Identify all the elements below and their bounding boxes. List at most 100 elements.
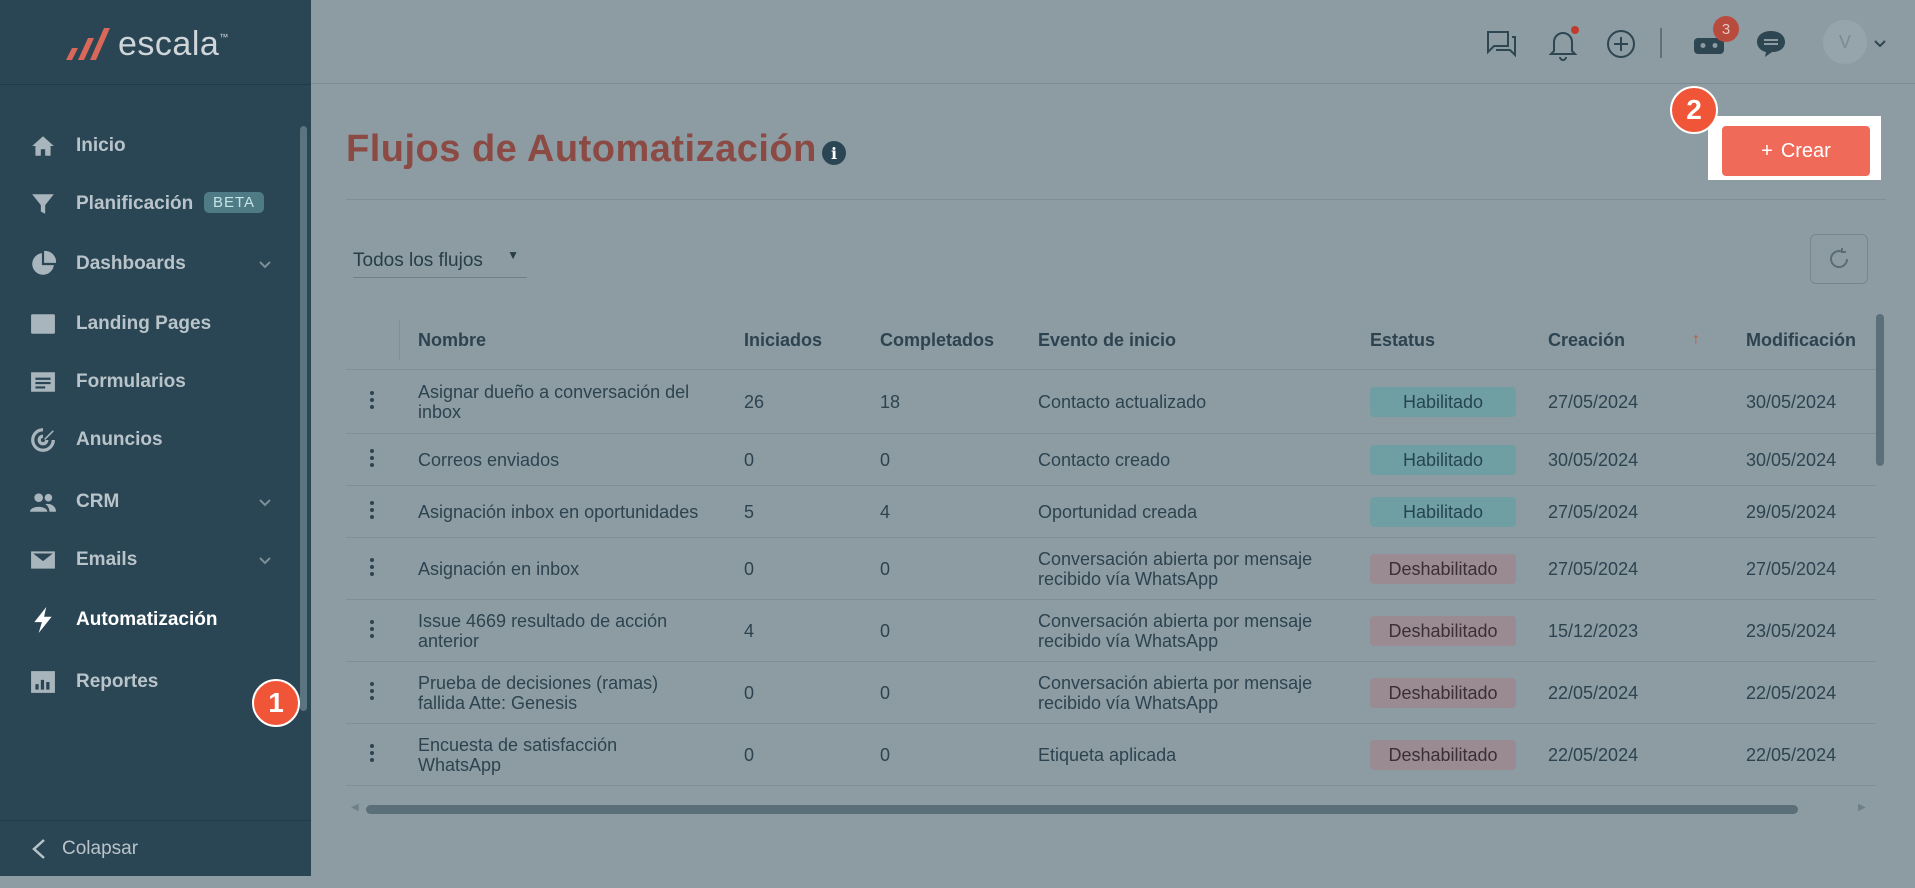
- flow-name: Correos enviados: [418, 450, 559, 470]
- trigger-event-line: Contacto creado: [1038, 450, 1171, 470]
- scroll-left-icon[interactable]: ◀: [351, 802, 359, 813]
- sidebar-item-label: Anuncios: [76, 429, 163, 450]
- column-header-started[interactable]: Iniciados: [744, 330, 822, 351]
- table-row[interactable]: Asignación inbox en oportunidades 5 4 Oport…: [346, 486, 1876, 538]
- refresh-button[interactable]: [1810, 234, 1868, 284]
- created-date: 27/05/2024: [1548, 559, 1638, 579]
- brand-logo[interactable]: escala ™: [64, 24, 228, 64]
- table-row[interactable]: Asignación en inbox 0 0 Conversación abiert…: [346, 538, 1876, 600]
- refresh-icon: [1830, 248, 1848, 268]
- sidebar-item-inicio[interactable]: Inicio: [0, 118, 300, 174]
- sidebar-item-anuncios[interactable]: Anuncios: [0, 412, 300, 468]
- sidebar-item-dashboards[interactable]: Dashboards: [0, 236, 300, 292]
- chevron-left-icon: [30, 838, 48, 860]
- flow-name-line: Encuesta de satisfacción: [418, 735, 618, 755]
- table-header: Nombre Iniciados Completados Evento de i…: [346, 310, 1876, 370]
- row-menu-icon[interactable]: [368, 555, 376, 583]
- pie-chart-icon: [28, 249, 58, 279]
- modified-date: 27/05/2024: [1746, 559, 1836, 579]
- sidebar-item-planificacion[interactable]: Planificación BETA: [0, 176, 300, 232]
- started-count-line: 5: [744, 502, 755, 522]
- started-count-line: 0: [744, 559, 755, 579]
- chat-button[interactable]: [1481, 24, 1521, 64]
- column-header-completed[interactable]: Completados: [880, 330, 994, 351]
- completed-count-line: 0: [880, 683, 891, 703]
- table-horizontal-scrollbar[interactable]: [366, 805, 1798, 814]
- row-menu-icon[interactable]: [368, 498, 376, 526]
- completed-count: 18: [880, 392, 900, 412]
- started-count-line: 0: [744, 745, 755, 765]
- created-date-line: 22/05/2024: [1548, 745, 1639, 765]
- started-count: 5: [744, 502, 754, 522]
- sidebar-scrollbar[interactable]: [300, 126, 307, 711]
- support-chat-button[interactable]: [1751, 24, 1791, 64]
- flow-name: Encuesta de satisfacción WhatsApp: [418, 735, 617, 775]
- sidebar-item-label: Inicio: [76, 135, 126, 156]
- row-menu-icon[interactable]: [368, 446, 376, 474]
- column-header-created[interactable]: Creación: [1548, 330, 1625, 351]
- caret-down-icon: ▼: [507, 248, 519, 262]
- table-row[interactable]: Encuesta de satisfacción WhatsApp 0 0 Etique…: [346, 724, 1876, 786]
- chevron-down-icon[interactable]: [1873, 36, 1887, 50]
- chevron-down-icon: [258, 495, 272, 509]
- chevron-down-icon: [258, 553, 272, 567]
- column-header-modified[interactable]: Modificación: [1746, 330, 1856, 351]
- row-menu-icon[interactable]: [368, 617, 376, 645]
- table-row[interactable]: Asignar dueño a conversación del inbox 26 1…: [346, 370, 1876, 434]
- row-menu-icon[interactable]: [368, 679, 376, 707]
- column-header-trigger[interactable]: Evento de inicio: [1038, 330, 1176, 351]
- table-vertical-scrollbar[interactable]: [1876, 314, 1884, 466]
- created-date: 15/12/2023: [1548, 621, 1638, 641]
- user-avatar[interactable]: V: [1823, 20, 1867, 64]
- scroll-right-icon[interactable]: ▶: [1858, 802, 1866, 813]
- notification-dot: [1571, 26, 1579, 34]
- notifications-button[interactable]: [1543, 24, 1583, 64]
- modified-date-line: 23/05/2024: [1746, 621, 1837, 641]
- sort-ascending-icon[interactable]: ↑: [1692, 331, 1700, 349]
- completed-count-line: 0: [880, 559, 891, 579]
- create-flow-button[interactable]: + Crear: [1722, 126, 1870, 176]
- created-date-line: 15/12/2023: [1548, 621, 1639, 641]
- column-header-name[interactable]: Nombre: [418, 330, 486, 351]
- table-row[interactable]: Issue 4669 resultado de acción anterior 4 0…: [346, 600, 1876, 662]
- collapse-sidebar-button[interactable]: Colapsar: [0, 820, 311, 876]
- trigger-event-line: recibido vía WhatsApp: [1038, 631, 1219, 651]
- table-row[interactable]: Prueba de decisiones (ramas) fallida Atte…: [346, 662, 1876, 724]
- modified-date: 22/05/2024: [1746, 683, 1836, 703]
- sidebar-item-landing-pages[interactable]: Landing Pages: [0, 296, 300, 352]
- sidebar-item-label: CRM: [76, 491, 120, 512]
- trigger-event-line: Conversación abierta por mensaje: [1038, 673, 1313, 693]
- users-icon: [28, 487, 58, 517]
- column-header-status[interactable]: Estatus: [1370, 330, 1435, 351]
- add-button[interactable]: [1601, 24, 1641, 64]
- flow-name-line: WhatsApp: [418, 755, 502, 775]
- bot-button[interactable]: 3: [1689, 16, 1739, 64]
- flow-filter-select[interactable]: Todos los flujos ▼: [353, 244, 527, 278]
- topbar: 3 V: [311, 0, 1915, 84]
- envelope-icon: [28, 545, 58, 575]
- sidebar-item-automatizacion[interactable]: Automatización: [0, 592, 300, 648]
- started-count: 0: [744, 559, 754, 579]
- completed-count: 0: [880, 745, 890, 765]
- sidebar-item-formularios[interactable]: Formularios: [0, 354, 300, 410]
- step-marker-2: 2: [1670, 86, 1718, 134]
- sidebar-item-crm[interactable]: CRM: [0, 474, 300, 530]
- sidebar-item-emails[interactable]: Emails: [0, 532, 300, 588]
- funnel-icon: [28, 189, 58, 219]
- info-icon[interactable]: i: [822, 141, 846, 165]
- row-menu-icon[interactable]: [368, 388, 376, 416]
- started-count-line: 0: [744, 450, 755, 470]
- table-row[interactable]: Correos enviados 0 0 Contacto creado Habilit…: [346, 434, 1876, 486]
- row-menu-icon[interactable]: [368, 741, 376, 769]
- status-badge: Deshabilitado: [1370, 554, 1516, 584]
- started-count: 0: [744, 683, 754, 703]
- topbar-separator: [1660, 28, 1662, 58]
- modified-date: 29/05/2024: [1746, 502, 1836, 522]
- escala-logo-icon: [66, 28, 110, 60]
- bot-count-badge: 3: [1713, 16, 1739, 42]
- created-date-line: 27/05/2024: [1548, 502, 1639, 522]
- trigger-event: Contacto creado: [1038, 450, 1170, 470]
- modified-date: 30/05/2024: [1746, 392, 1836, 412]
- created-date-line: 27/05/2024: [1548, 392, 1639, 412]
- started-count: 0: [744, 450, 754, 470]
